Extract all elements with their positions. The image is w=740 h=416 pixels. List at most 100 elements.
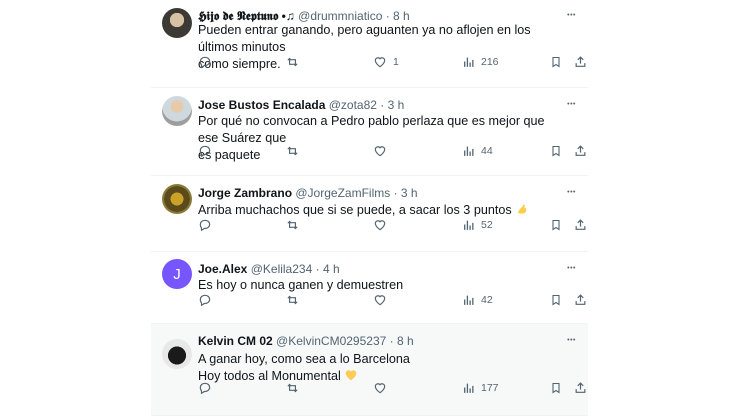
views-button[interactable]: 177 [462,379,499,397]
views-count: 216 [481,56,499,68]
share-icon [574,144,587,158]
avatar[interactable]: J [162,259,192,289]
retweet-button[interactable] [285,291,306,309]
user-handle[interactable]: @drummniatico [298,9,382,23]
views-icon [462,293,475,307]
retweet-button[interactable] [285,142,306,160]
bookmark-button[interactable] [550,379,562,397]
views-button[interactable]: 42 [462,291,493,309]
like-icon [373,381,387,395]
views-button[interactable]: 216 [462,53,499,71]
reply-icon [198,144,212,158]
reply-button[interactable] [198,379,218,397]
display-name[interactable]: 𝕳𝖎𝖏𝖔 𝖉𝖊 𝕹𝖊𝖕𝖙𝖚𝖓𝖔 •♫ [198,9,295,23]
share-button[interactable] [574,216,587,234]
tweet-actions: 44 [198,142,586,160]
tweet-actions: 177 [198,379,586,397]
views-icon [462,381,475,395]
like-button[interactable] [373,216,393,234]
tweet-actions: 1 216 [198,53,586,71]
display-name[interactable]: Joe.Alex [198,262,247,276]
avatar[interactable] [162,184,192,214]
like-button[interactable]: 1 [373,53,399,71]
tweet[interactable]: Kelvin CM 02 @KelvinCM0295237 · 8 h ••• A … [151,324,588,416]
separator-dot: · [312,262,323,276]
display-name[interactable]: Kelvin CM 02 [198,334,273,348]
like-icon [373,218,387,232]
bookmark-button[interactable] [550,216,562,234]
tweet-header: Jorge Zambrano @JorgeZamFilms · 3 h [198,186,418,201]
share-button[interactable] [574,142,587,160]
views-count: 42 [481,294,493,306]
views-button[interactable]: 52 [462,216,493,234]
timestamp[interactable]: 4 h [323,262,340,276]
separator-dot: · [386,334,397,348]
tweet[interactable]: Jorge Zambrano @JorgeZamFilms · 3 h ••• Ar… [151,176,588,252]
timestamp[interactable]: 8 h [393,9,410,23]
timestamp[interactable]: 3 h [401,186,418,200]
display-name[interactable]: Jose Bustos Encalada [198,98,325,112]
share-button[interactable] [574,53,587,71]
reply-icon [198,293,212,307]
timestamp[interactable]: 3 h [388,98,405,112]
separator-dot: · [390,186,401,200]
reply-button[interactable] [198,142,218,160]
retweet-button[interactable] [285,53,306,71]
timestamp[interactable]: 8 h [397,334,414,348]
tweet-header: Jose Bustos Encalada @zota82 · 3 h [198,98,404,113]
like-button[interactable] [373,379,393,397]
share-button[interactable] [574,291,587,309]
separator-dot: · [382,9,394,23]
reply-button[interactable] [198,216,218,234]
bookmark-button[interactable] [550,53,562,71]
more-options-icon[interactable]: ••• [567,11,576,21]
bookmark-icon [550,381,562,395]
views-icon [462,55,475,69]
more-options-icon[interactable]: ••• [567,264,576,274]
retweet-icon [285,144,300,158]
replies-feed: 𝕳𝖎𝖏𝖔 𝖉𝖊 𝕹𝖊𝖕𝖙𝖚𝖓𝖔 •♫ @drummniatico · 8 h ••… [151,0,588,416]
share-icon [574,218,587,232]
like-button[interactable] [373,142,393,160]
tweet-text: Arriba muchachos que si se puede, a saca… [198,203,512,217]
bookmark-icon [550,144,562,158]
views-count: 177 [481,382,499,394]
like-button[interactable] [373,291,393,309]
views-button[interactable]: 44 [462,142,493,160]
retweet-icon [285,293,300,307]
retweet-button[interactable] [285,216,306,234]
user-handle[interactable]: @zota82 [329,98,377,112]
reply-button[interactable] [198,291,218,309]
user-handle[interactable]: @Kelila234 [251,262,313,276]
user-handle[interactable]: @JorgeZamFilms [295,186,390,200]
tweet[interactable]: Jose Bustos Encalada @zota82 · 3 h ••• Por… [151,88,588,176]
reply-icon [198,218,212,232]
share-icon [574,293,587,307]
tweet-actions: 42 [198,291,586,309]
separator-dot: · [376,98,388,112]
tweet[interactable]: 𝕳𝖎𝖏𝖔 𝖉𝖊 𝕹𝖊𝖕𝖙𝖚𝖓𝖔 •♫ @drummniatico · 8 h ••… [151,0,588,88]
share-button[interactable] [574,379,587,397]
share-icon [574,381,587,395]
retweet-icon [285,55,300,69]
avatar[interactable] [162,96,192,126]
retweet-button[interactable] [285,379,306,397]
like-icon [373,293,387,307]
views-count: 44 [481,145,493,157]
tweet[interactable]: J Joe.Alex @Kelila234 · 4 h ••• Es hoy o nu… [151,252,588,324]
bookmark-button[interactable] [550,291,562,309]
more-options-icon[interactable]: ••• [567,336,576,346]
tweet-header: Kelvin CM 02 @KelvinCM0295237 · 8 h [198,334,414,349]
more-options-icon[interactable]: ••• [567,188,576,198]
avatar[interactable] [162,8,192,38]
like-icon [373,55,387,69]
tweet-text: Es hoy o nunca ganen y demuestren [198,278,404,292]
display-name[interactable]: Jorge Zambrano [198,186,292,200]
retweet-icon [285,218,300,232]
like-icon [373,144,387,158]
more-options-icon[interactable]: ••• [567,100,576,110]
avatar[interactable] [162,339,192,369]
reply-button[interactable] [198,53,218,71]
user-handle[interactable]: @KelvinCM0295237 [276,334,386,348]
bookmark-button[interactable] [550,142,562,160]
